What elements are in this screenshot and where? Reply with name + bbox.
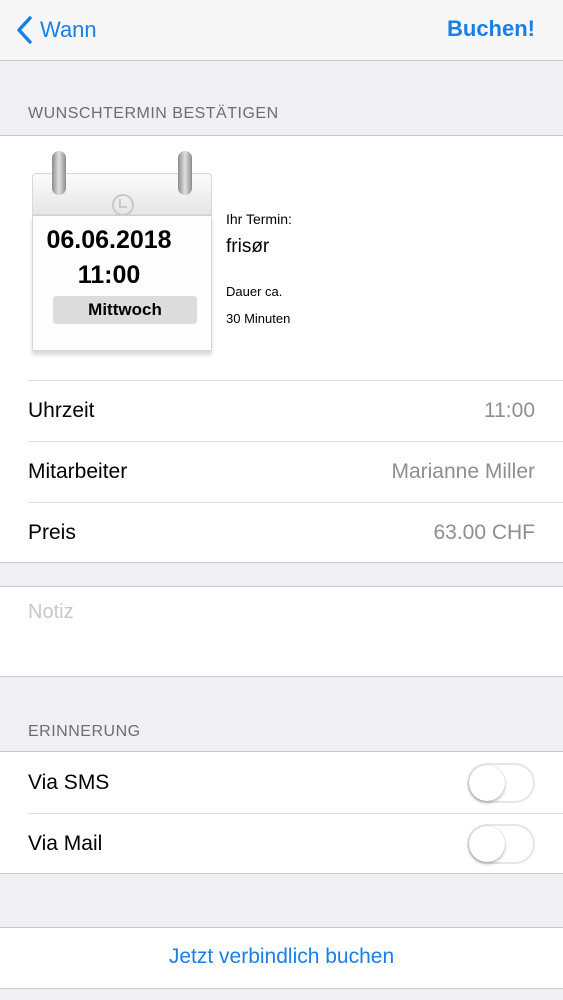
calendar-graphic: 06.06.2018 11:00 Mittwoch xyxy=(32,151,212,356)
calendar-ring xyxy=(178,151,192,195)
duration-label: Dauer ca. xyxy=(226,284,283,299)
detail-row-price: Preis 63.00 CHF xyxy=(28,502,563,563)
detail-value: 11:00 xyxy=(484,399,535,422)
detail-row-employee: Mitarbeiter Marianne Miller xyxy=(28,441,563,502)
mail-toggle[interactable] xyxy=(467,824,535,864)
detail-label: Uhrzeit xyxy=(28,399,95,422)
toggle-knob xyxy=(469,764,505,801)
calendar-page: 06.06.2018 11:00 Mittwoch xyxy=(32,215,212,351)
duration-value: 30 Minuten xyxy=(226,311,291,326)
detail-label: Mitarbeiter xyxy=(28,460,128,483)
note-field[interactable]: Notiz xyxy=(0,586,563,677)
back-button[interactable]: Wann xyxy=(16,14,97,46)
detail-label: Preis xyxy=(28,521,76,544)
calendar-ring xyxy=(52,151,66,195)
confirm-booking-button[interactable]: Jetzt verbindlich buchen xyxy=(0,945,563,969)
back-button-label: Wann xyxy=(40,17,97,42)
confirm-section-header: WUNSCHTERMIN BESTÄTIGEN xyxy=(28,105,279,122)
reminder-card: Via SMS Via Mail xyxy=(0,751,563,874)
calendar-weekday: Mittwoch xyxy=(53,296,197,324)
appointment-label: Ihr Termin: xyxy=(226,211,292,227)
reminder-section-header: ERINNERUNG xyxy=(28,723,141,740)
navigation-bar: Wann Buchen! xyxy=(0,0,563,61)
calendar-date: 06.06.2018 xyxy=(46,226,172,254)
reminder-label: Via SMS xyxy=(28,770,110,794)
detail-value: Marianne Miller xyxy=(391,460,535,483)
calendar-time: 11:00 xyxy=(77,261,141,289)
submit-card: Jetzt verbindlich buchen xyxy=(0,927,563,989)
sms-toggle[interactable] xyxy=(467,762,535,803)
book-button[interactable]: Buchen! xyxy=(447,16,535,42)
note-placeholder: Notiz xyxy=(28,601,74,623)
chevron-left-icon xyxy=(17,16,32,44)
reminder-row-mail: Via Mail xyxy=(28,813,563,874)
appointment-card: 06.06.2018 11:00 Mittwoch Ihr Termin: fr… xyxy=(0,135,563,563)
reminder-row-sms: Via SMS xyxy=(28,752,563,813)
toggle-knob xyxy=(469,826,505,862)
detail-row-time: Uhrzeit 11:00 xyxy=(28,380,563,441)
clock-icon xyxy=(112,194,134,216)
reminder-label: Via Mail xyxy=(28,832,103,855)
detail-value: 63.00 CHF xyxy=(433,521,535,544)
appointment-service: frisør xyxy=(226,236,270,257)
